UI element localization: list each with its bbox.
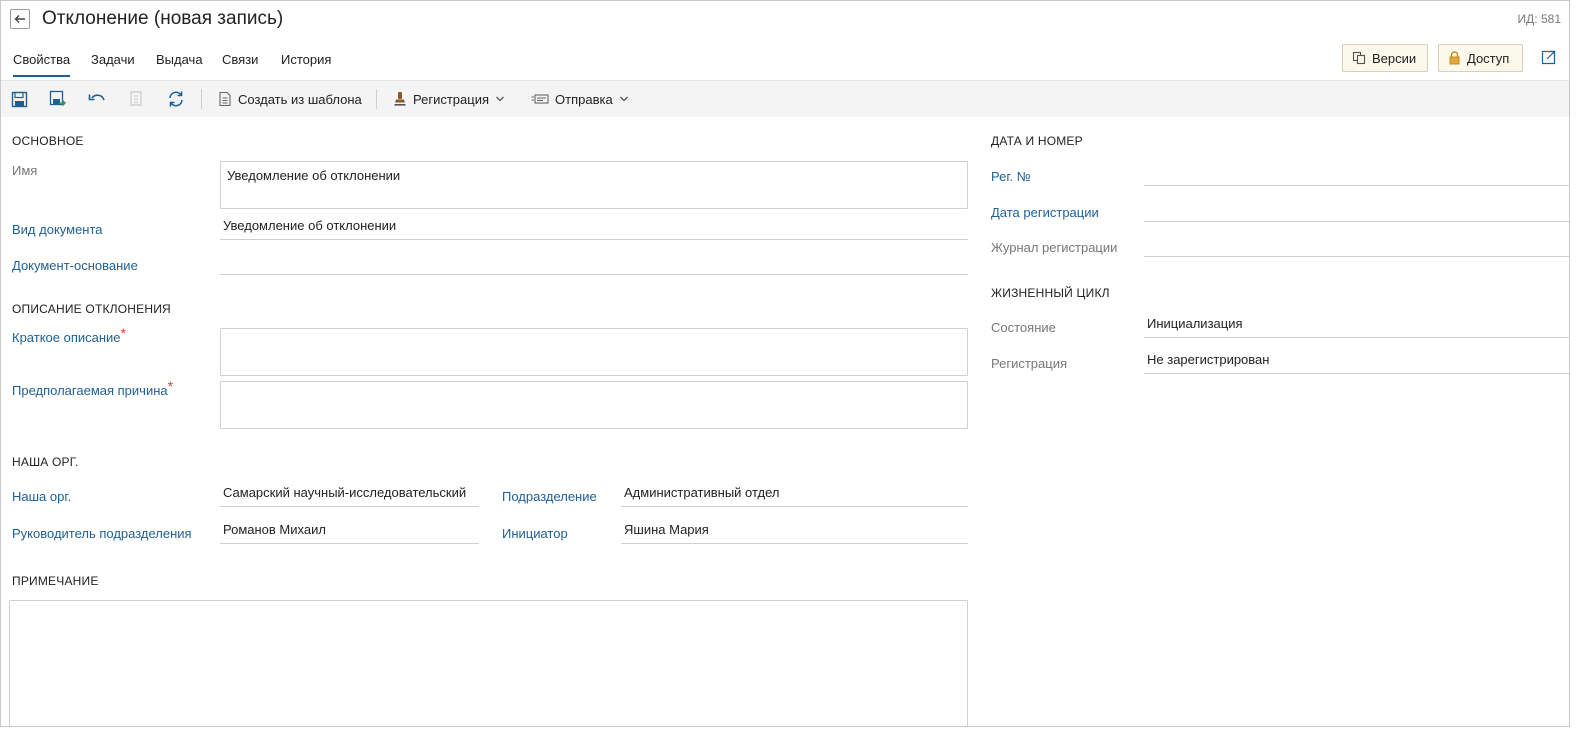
access-button[interactable]: Доступ <box>1438 44 1523 72</box>
reg-date-field[interactable] <box>1144 200 1569 222</box>
note-field[interactable] <box>9 600 968 726</box>
doc-kind-label[interactable]: Вид документа <box>12 222 103 237</box>
send-menu-button[interactable]: Отправка <box>531 90 629 108</box>
chevron-down-icon <box>496 96 504 102</box>
registration-menu-button[interactable]: Регистрация <box>393 90 505 108</box>
record-id: ИД: 581 <box>1517 12 1561 26</box>
back-arrow-icon <box>14 15 25 23</box>
state-field[interactable]: Инициализация <box>1144 316 1569 338</box>
our-org-label[interactable]: Наша орг. <box>12 489 71 504</box>
toolbar: Создать из шаблона Регистрация Отправка <box>1 80 1569 117</box>
page-title: Отклонение (новая запись) <box>42 8 284 29</box>
save-icon[interactable] <box>10 90 28 108</box>
versions-label: Версии <box>1372 50 1417 66</box>
section-lifecycle-title: ЖИЗНЕННЫЙ ЦИКЛ <box>991 286 1110 300</box>
registration-status-field[interactable]: Не зарегистрирован <box>1144 352 1569 374</box>
create-from-template-label: Создать из шаблона <box>238 91 362 107</box>
registration-status-label: Регистрация <box>991 356 1067 371</box>
required-mark: * <box>120 325 126 341</box>
create-from-template-button[interactable]: Создать из шаблона <box>218 90 362 108</box>
our-org-field[interactable]: Самарский научный-исследовательский <box>220 485 479 507</box>
department-head-field[interactable]: Романов Михаил <box>220 522 479 544</box>
refresh-icon[interactable] <box>167 90 185 108</box>
section-description-title: ОПИСАНИЕ ОТКЛОНЕНИЯ <box>12 302 171 316</box>
probable-reason-label[interactable]: Предполагаемая причина* <box>12 378 173 398</box>
document-card: Отклонение (новая запись) ИД: 581 Свойст… <box>0 0 1570 727</box>
section-note-title: ПРИМЕЧАНИЕ <box>12 574 99 588</box>
reg-journal-field[interactable] <box>1144 235 1569 257</box>
initiator-field[interactable]: Яшина Мария <box>621 522 968 544</box>
short-description-field[interactable] <box>220 328 968 376</box>
short-description-label-text: Краткое описание <box>12 330 121 345</box>
basis-doc-label[interactable]: Документ-основание <box>12 258 138 273</box>
registration-label: Регистрация <box>413 91 489 107</box>
versions-button[interactable]: Версии <box>1342 44 1428 72</box>
initiator-label[interactable]: Инициатор <box>502 526 568 541</box>
required-mark: * <box>167 378 174 394</box>
reg-journal-label: Журнал регистрации <box>991 240 1118 255</box>
document-icon <box>219 91 231 107</box>
lock-icon <box>1449 51 1460 65</box>
section-date-title: ДАТА И НОМЕР <box>991 134 1083 148</box>
name-label: Имя <box>12 163 38 178</box>
section-main-title: ОСНОВНОЕ <box>12 134 84 148</box>
basis-doc-field[interactable] <box>220 253 968 275</box>
reg-number-label[interactable]: Рег. № <box>991 169 1031 184</box>
department-head-label[interactable]: Руководитель подразделения <box>12 526 192 541</box>
open-external-icon[interactable] <box>1541 49 1559 67</box>
probable-reason-field[interactable] <box>220 381 968 429</box>
doc-kind-field[interactable]: Уведомление об отклонении <box>220 218 968 240</box>
save-as-icon[interactable] <box>49 90 67 108</box>
tab-history[interactable]: История <box>281 52 331 75</box>
tab-issue[interactable]: Выдача <box>156 52 203 75</box>
reg-date-label[interactable]: Дата регистрации <box>991 205 1099 220</box>
chevron-down-icon <box>619 96 628 102</box>
copy-icon[interactable] <box>128 90 146 108</box>
department-label[interactable]: Подразделение <box>502 489 597 504</box>
probable-reason-label-text: Предполагаемая причина <box>12 383 168 398</box>
toolbar-divider <box>376 89 377 109</box>
short-description-label[interactable]: Краткое описание* <box>12 325 126 345</box>
send-label: Отправка <box>555 91 613 107</box>
section-org-title: НАША ОРГ. <box>12 455 79 469</box>
access-label: Доступ <box>1467 50 1510 66</box>
state-label: Состояние <box>991 320 1056 335</box>
toolbar-divider <box>201 89 202 109</box>
back-button[interactable] <box>10 9 30 29</box>
name-field[interactable]: Уведомление об отклонении <box>220 161 968 209</box>
send-icon <box>531 94 549 104</box>
versions-icon <box>1352 51 1366 65</box>
department-field[interactable]: Административный отдел <box>621 485 968 507</box>
tab-tasks[interactable]: Задачи <box>91 52 135 75</box>
stamp-icon <box>394 92 406 106</box>
reg-number-field[interactable] <box>1144 164 1569 186</box>
tab-properties[interactable]: Свойства <box>13 52 71 77</box>
tab-links[interactable]: Связи <box>222 52 258 75</box>
undo-icon[interactable] <box>88 90 106 108</box>
